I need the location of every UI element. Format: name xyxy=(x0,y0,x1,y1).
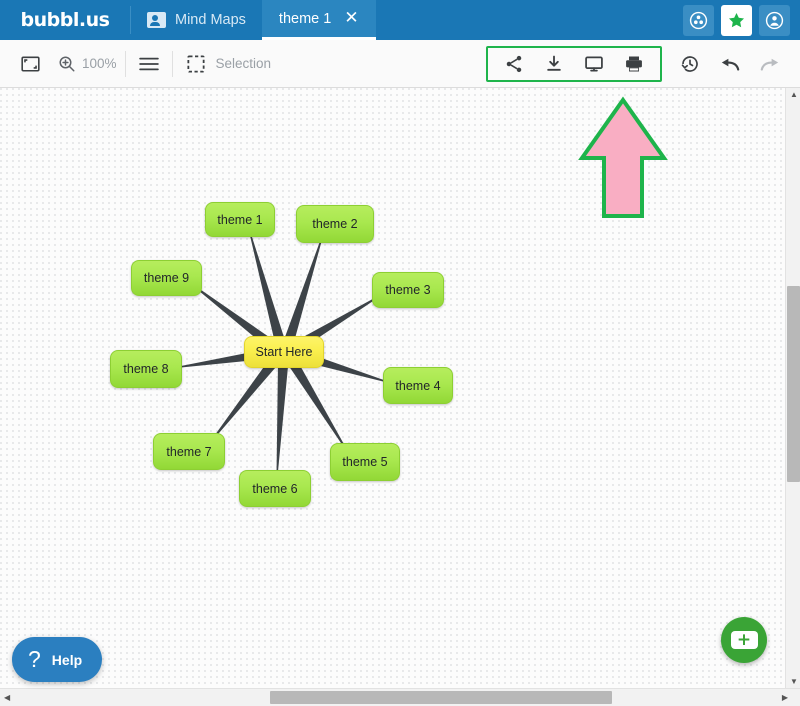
menu-button[interactable] xyxy=(126,47,172,81)
scroll-up-arrow[interactable]: ▲ xyxy=(790,90,798,99)
scroll-right-arrow[interactable]: ▶ xyxy=(782,693,788,702)
mindmap-node[interactable]: theme 3 xyxy=(372,272,444,308)
mindmap-node[interactable]: theme 1 xyxy=(205,202,275,237)
fit-to-screen-icon xyxy=(20,55,40,72)
redo-arrow-icon xyxy=(760,58,779,71)
share-button[interactable] xyxy=(494,47,534,81)
mindmap-node-label: theme 7 xyxy=(166,444,212,459)
horizontal-scrollbar-thumb[interactable] xyxy=(270,691,612,704)
mindmap-root-label: Start Here xyxy=(255,345,313,359)
bubblus-logo[interactable]: bubbl.us xyxy=(0,0,130,40)
mind-maps-icon xyxy=(147,12,166,28)
palette-icon xyxy=(689,11,708,29)
mindmap-node[interactable]: theme 4 xyxy=(383,367,453,404)
nav-mind-maps[interactable]: Mind Maps xyxy=(131,0,262,40)
app-root: bubbl.us Mind Maps theme 1 ✕ 100% Select… xyxy=(0,0,800,706)
mindmap-node-label: theme 9 xyxy=(143,271,190,285)
header-actions xyxy=(683,0,800,40)
undo-button[interactable] xyxy=(710,47,750,81)
undo-arrow-icon xyxy=(721,58,740,71)
selection-marquee-icon xyxy=(186,54,205,73)
zoom-control[interactable]: 100% xyxy=(52,47,125,81)
help-button[interactable]: ? Help xyxy=(12,637,103,682)
mindmap-root-node[interactable]: Start Here xyxy=(244,336,324,368)
mindmap-node-label: theme 3 xyxy=(385,283,431,297)
mindmap-node-label: theme 1 xyxy=(217,212,263,227)
selection-tool[interactable]: Selection xyxy=(173,47,282,81)
favorites-button[interactable] xyxy=(721,4,752,36)
fit-to-screen-button[interactable] xyxy=(8,47,52,81)
mindmap-node-label: theme 4 xyxy=(395,378,441,393)
connector-line xyxy=(286,356,346,449)
monitor-icon xyxy=(585,55,603,72)
download-icon xyxy=(547,55,561,71)
tab-theme-1[interactable]: theme 1 ✕ xyxy=(261,0,376,40)
connector-line xyxy=(283,239,322,345)
star-icon xyxy=(728,12,745,27)
mindmap-node[interactable]: theme 5 xyxy=(330,443,400,481)
mindmap-node[interactable]: theme 2 xyxy=(296,205,374,243)
editor-toolbar: 100% Selection xyxy=(0,40,800,88)
close-icon[interactable]: ✕ xyxy=(344,10,358,27)
mindmap-canvas[interactable]: theme 1 theme 2 theme 3 theme 4 theme 5 theme… xyxy=(0,88,785,688)
vertical-scrollbar[interactable]: ▲ ▼ xyxy=(785,88,800,688)
help-button-label: Help xyxy=(51,651,83,668)
header-spacer xyxy=(376,0,683,40)
plus-icon: + xyxy=(730,631,758,649)
redo-button[interactable] xyxy=(750,47,790,81)
selection-label: Selection xyxy=(215,56,272,71)
account-button[interactable] xyxy=(759,4,790,36)
nav-mind-maps-label: Mind Maps xyxy=(175,12,246,28)
app-header: bubbl.us Mind Maps theme 1 ✕ xyxy=(0,0,800,40)
add-node-button[interactable]: + xyxy=(721,617,767,663)
history-clock-icon xyxy=(681,55,698,72)
mindmap-node[interactable]: theme 6 xyxy=(239,470,311,507)
mindmap-node[interactable]: theme 8 xyxy=(110,350,182,388)
themes-button[interactable] xyxy=(683,4,714,36)
share-icon xyxy=(506,55,522,72)
user-icon xyxy=(765,11,784,29)
mindmap-node-label: theme 5 xyxy=(342,455,388,469)
vertical-scrollbar-thumb[interactable] xyxy=(787,286,800,482)
scroll-left-arrow[interactable]: ◀ xyxy=(4,693,10,702)
mindmap-node-label: theme 6 xyxy=(252,481,298,496)
connector-line xyxy=(276,361,289,473)
mindmap-node-label: theme 2 xyxy=(312,217,358,231)
horizontal-scrollbar[interactable]: ◀ ▶ xyxy=(0,688,800,706)
history-button[interactable] xyxy=(670,47,710,81)
presentation-button[interactable] xyxy=(574,47,614,81)
hamburger-menu-icon xyxy=(138,57,159,70)
mindmap-node[interactable]: theme 7 xyxy=(153,433,225,470)
mindmap-node[interactable]: theme 9 xyxy=(131,260,202,296)
zoom-in-icon xyxy=(59,56,75,71)
question-mark-icon: ? xyxy=(28,646,41,672)
printer-icon xyxy=(626,56,642,71)
highlighted-actions-group xyxy=(486,45,662,82)
download-button[interactable] xyxy=(534,47,574,81)
print-button[interactable] xyxy=(614,47,654,81)
mindmap-node-label: theme 8 xyxy=(123,362,169,376)
zoom-level-label: 100% xyxy=(82,56,117,71)
tab-theme-1-label: theme 1 xyxy=(278,10,332,27)
scroll-down-arrow[interactable]: ▼ xyxy=(790,677,798,686)
connector-line xyxy=(211,355,280,441)
